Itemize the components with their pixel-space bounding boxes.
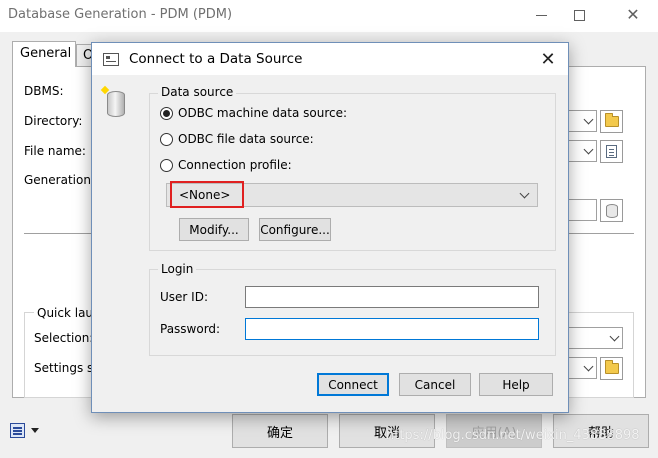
- database-icon: [605, 203, 618, 218]
- connection-profile-option[interactable]: Connection profile:: [160, 158, 292, 172]
- tab-general[interactable]: General: [12, 41, 76, 67]
- modify-button[interactable]: Modify...: [179, 218, 249, 241]
- folder-icon: [604, 113, 619, 127]
- file-name-dropdown[interactable]: [565, 140, 597, 162]
- browse-directory-button[interactable]: [600, 110, 623, 133]
- radio-button[interactable]: [160, 132, 173, 146]
- login-group: [149, 269, 556, 356]
- edit-file-button[interactable]: [600, 140, 623, 163]
- selection-dropdown[interactable]: [565, 327, 623, 349]
- maximize-button[interactable]: [556, 0, 602, 30]
- dbms-label: DBMS:: [24, 84, 64, 98]
- dialog-title: Connect to a Data Source: [129, 51, 303, 67]
- dialog-close-button[interactable]: ✕: [528, 43, 568, 75]
- window-close-button[interactable]: ✕: [610, 0, 656, 30]
- user-id-input[interactable]: [245, 286, 539, 308]
- background-window-title: Database Generation - PDM (PDM): [8, 7, 233, 22]
- minimize-icon: [535, 14, 547, 16]
- folder-icon: [604, 360, 619, 374]
- chevron-down-icon: [583, 361, 594, 372]
- odbc-file-data-source-label: ODBC file data source:: [178, 132, 314, 146]
- maximize-icon: [573, 9, 585, 21]
- directory-dropdown[interactable]: [565, 110, 597, 132]
- generation-type-field[interactable]: [565, 199, 597, 221]
- configure-button[interactable]: Configure...: [259, 218, 331, 241]
- radio-button[interactable]: [160, 158, 173, 172]
- connect-data-source-dialog: Connect to a Data Source ✕ Data source O…: [91, 42, 569, 413]
- chevron-down-icon: [583, 144, 594, 155]
- chevron-down-icon: [583, 114, 594, 125]
- ok-button[interactable]: 确定: [232, 414, 328, 448]
- selection-label: Selection:: [34, 331, 94, 345]
- chevron-down-icon: [519, 188, 530, 199]
- document-icon: [606, 145, 617, 158]
- highlight-annotation-box: [170, 181, 244, 208]
- database-button[interactable]: [600, 199, 623, 222]
- dialog-cancel-button[interactable]: Cancel: [399, 373, 471, 396]
- password-input[interactable]: [245, 318, 539, 340]
- browse-settings-button[interactable]: [600, 357, 623, 380]
- list-icon: [10, 423, 25, 438]
- password-label: Password:: [160, 322, 221, 336]
- odbc-file-data-source-option[interactable]: ODBC file data source:: [160, 132, 314, 146]
- settings-set-dropdown[interactable]: [565, 357, 597, 379]
- odbc-machine-data-source-option[interactable]: ODBC machine data source:: [160, 106, 347, 120]
- file-name-label: File name:: [24, 144, 86, 158]
- watermark-text: https://blog.csdn.net/weixin_43888898: [386, 428, 640, 443]
- connection-profile-label: Connection profile:: [178, 158, 292, 172]
- data-source-icon: [100, 85, 126, 119]
- data-source-group-title: Data source: [158, 85, 237, 99]
- directory-label: Directory:: [24, 114, 83, 128]
- user-id-label: User ID:: [160, 290, 208, 304]
- close-icon: ✕: [540, 48, 556, 70]
- window-icon: [103, 53, 119, 66]
- odbc-machine-data-source-label: ODBC machine data source:: [178, 106, 348, 120]
- radio-button[interactable]: [160, 106, 173, 120]
- caret-down-icon: [31, 428, 39, 433]
- login-group-title: Login: [158, 262, 197, 276]
- connect-button[interactable]: Connect: [317, 373, 389, 396]
- dialog-help-button[interactable]: Help: [479, 373, 553, 396]
- menu-button[interactable]: [10, 423, 39, 438]
- chevron-down-icon: [609, 331, 620, 342]
- close-icon: ✕: [626, 5, 640, 24]
